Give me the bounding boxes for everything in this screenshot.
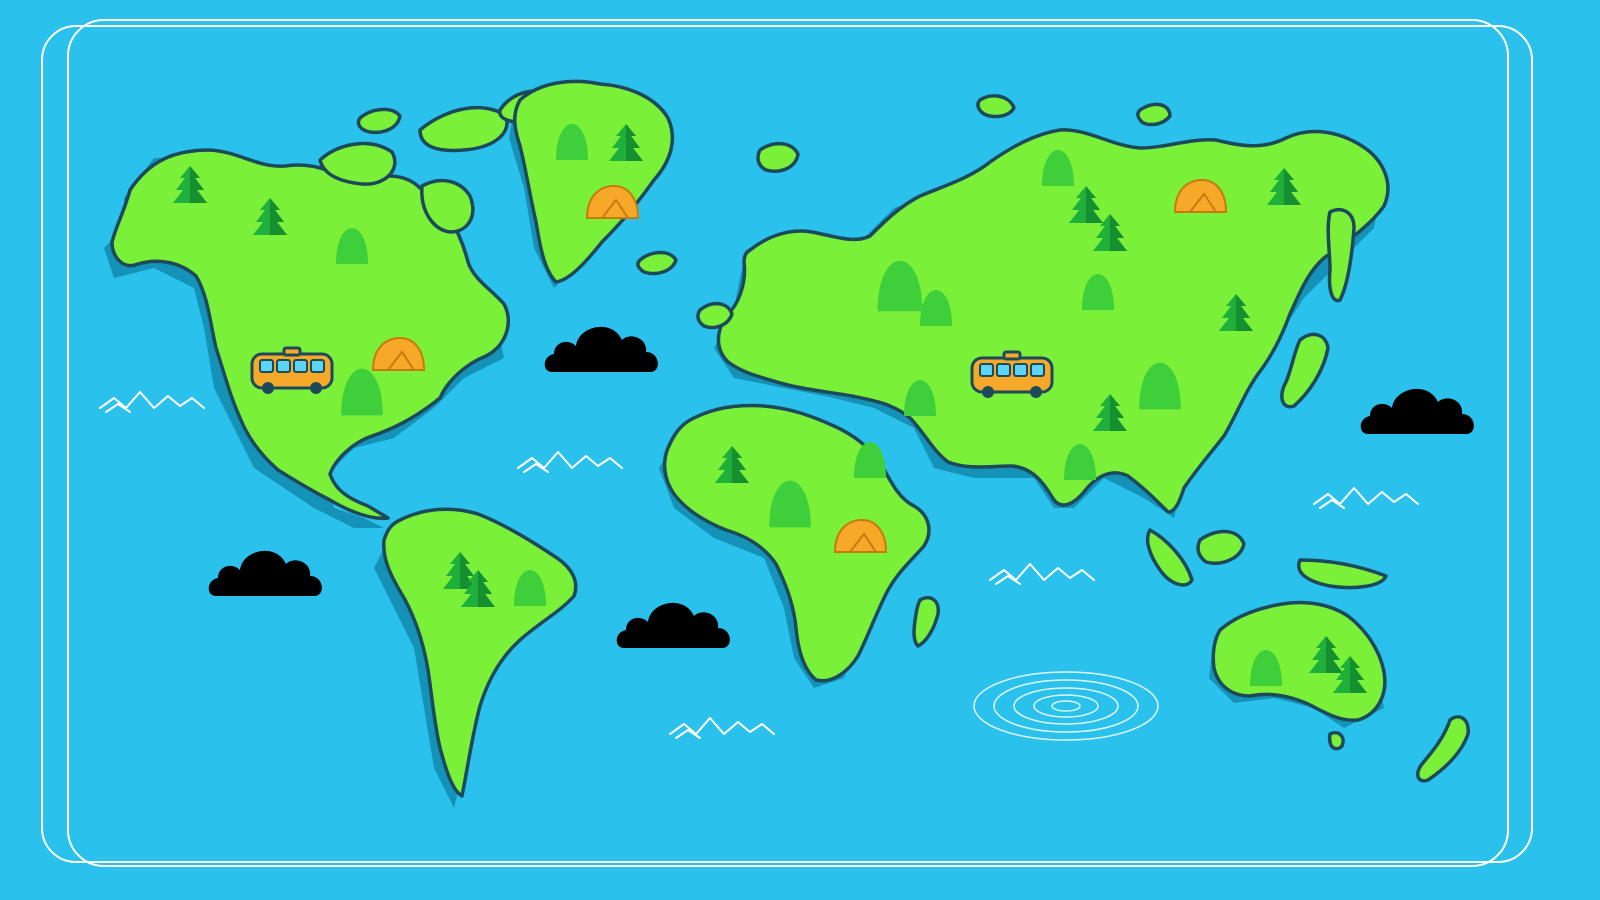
- bus-icon: [970, 350, 1054, 400]
- whirlpool-icon: [973, 671, 1159, 741]
- cloud-icon: [616, 602, 730, 648]
- cloud-icon: [208, 550, 322, 596]
- cloud-icon: [1360, 388, 1474, 434]
- wave-icon: [99, 391, 205, 413]
- continent-south-america: [382, 507, 578, 798]
- wave-icon: [669, 717, 775, 739]
- continent-north-america: [110, 89, 555, 521]
- wave-icon: [989, 563, 1095, 585]
- wave-icon: [1313, 487, 1419, 509]
- world-map: [41, 19, 1533, 867]
- bus-icon: [250, 346, 334, 396]
- wave-icon: [517, 451, 623, 473]
- cloud-icon: [544, 326, 658, 372]
